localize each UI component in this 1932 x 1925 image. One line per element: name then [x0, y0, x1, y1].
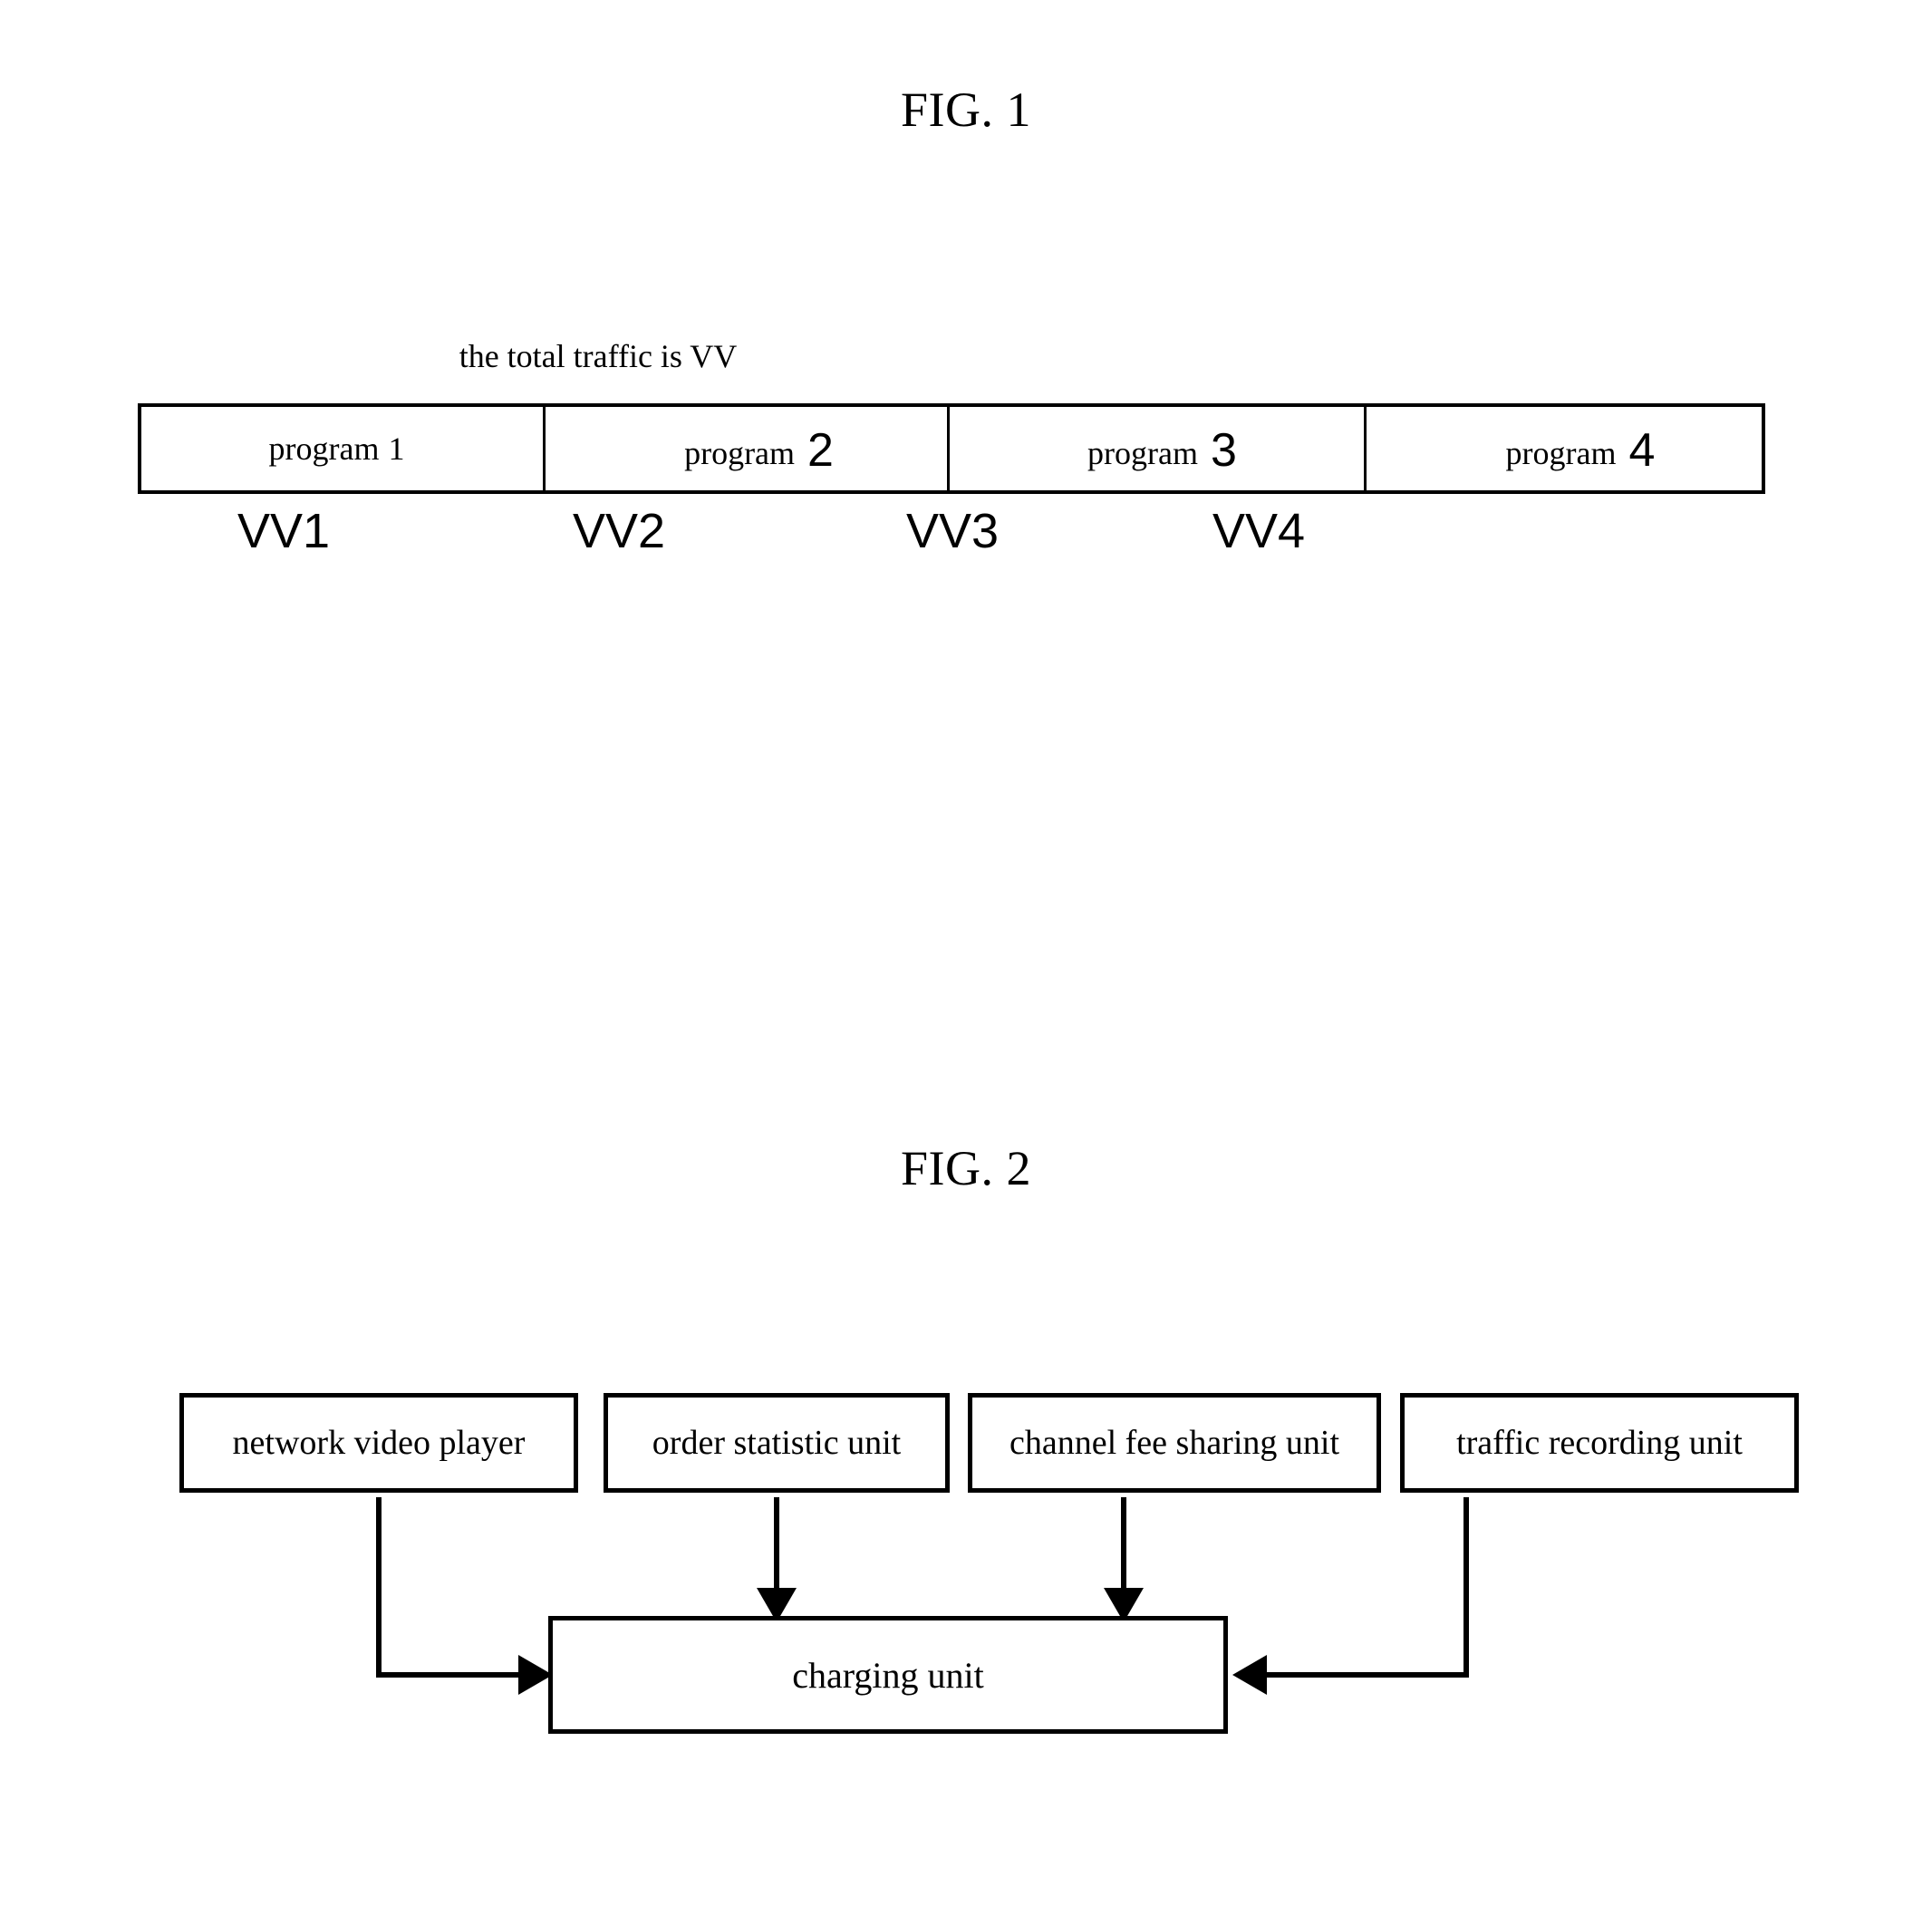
- connector-traffic-to-charging: [1232, 1497, 1469, 1695]
- connector-order-to-charging: [757, 1497, 797, 1622]
- block-charging-unit: charging unit: [548, 1616, 1228, 1734]
- block-order-statistic-unit: order statistic unit: [604, 1393, 950, 1493]
- block-traffic-recording-unit: traffic recording unit: [1400, 1393, 1799, 1493]
- connector-player-to-charging: [376, 1497, 553, 1695]
- block-channel-fee-sharing-unit: channel fee sharing unit: [968, 1393, 1381, 1493]
- connector-channel-to-charging: [1104, 1497, 1144, 1622]
- block-network-video-player: network video player: [179, 1393, 578, 1493]
